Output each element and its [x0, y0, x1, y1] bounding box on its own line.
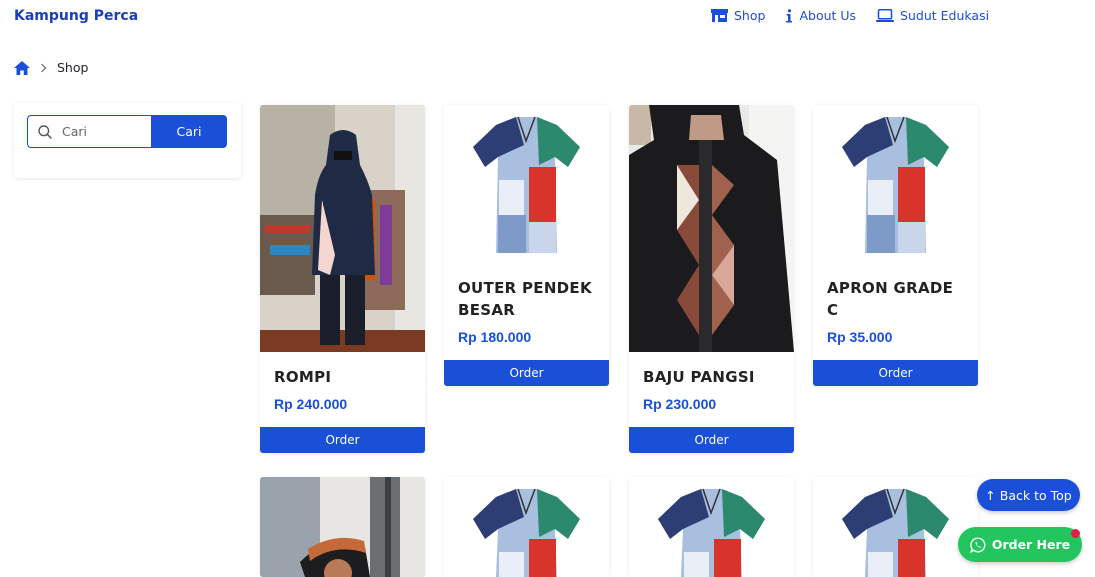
product-image-outer-pendek[interactable] — [444, 105, 609, 263]
product-name[interactable]: ROMPI — [260, 366, 425, 388]
product-image-apron[interactable] — [813, 105, 978, 263]
whatsapp-icon — [969, 537, 986, 553]
product-card — [629, 477, 794, 577]
search-button[interactable]: Cari — [151, 115, 227, 148]
nav-about-us[interactable]: About Us — [785, 8, 856, 23]
brand-logo[interactable]: Kampung Perca — [14, 8, 138, 24]
product-card: BAJU PANGSI Rp 230.000 Order — [629, 105, 794, 453]
product-price: Rp 240.000 — [274, 396, 348, 412]
search-icon — [38, 124, 52, 139]
search-panel: Cari — [14, 103, 241, 178]
nav-about-label: About Us — [799, 8, 857, 23]
product-card: ROMPI Rp 240.000 Order — [260, 105, 425, 453]
product-name[interactable]: APRON GRADE C — [813, 277, 978, 321]
product-image[interactable] — [444, 477, 609, 577]
product-price: Rp 180.000 — [458, 329, 532, 345]
notification-dot — [1071, 529, 1080, 538]
product-card — [260, 477, 425, 577]
back-to-top-button[interactable]: ↑ Back to Top — [977, 479, 1080, 511]
main-nav: Shop About Us Sudut Edukasi — [711, 8, 989, 23]
order-button[interactable]: Order — [444, 360, 609, 386]
order-here-label: Order Here — [991, 537, 1071, 552]
product-image[interactable] — [813, 477, 978, 577]
product-image[interactable] — [629, 477, 794, 577]
product-image[interactable] — [260, 477, 425, 577]
laptop-icon — [876, 9, 895, 22]
breadcrumb: Shop — [14, 60, 88, 75]
chevron-right-icon — [41, 63, 47, 72]
search-field[interactable] — [27, 115, 151, 148]
nav-shop-label: Shop — [734, 8, 766, 23]
order-here-button[interactable]: Order Here — [958, 527, 1082, 562]
store-icon — [711, 9, 728, 22]
product-image-rompi[interactable] — [260, 105, 425, 352]
nav-sudut-edukasi[interactable]: Sudut Edukasi — [876, 8, 989, 23]
home-icon[interactable] — [14, 60, 30, 75]
product-image-baju-pangsi[interactable] — [629, 105, 794, 352]
order-button[interactable]: Order — [260, 427, 425, 453]
nav-edukasi-label: Sudut Edukasi — [900, 8, 990, 23]
product-card: OUTER PENDEK BESAR Rp 180.000 Order — [444, 105, 609, 386]
product-card — [444, 477, 609, 577]
product-card: APRON GRADE C Rp 35.000 Order — [813, 105, 978, 386]
product-card — [813, 477, 978, 577]
product-price: Rp 35.000 — [827, 329, 893, 345]
search-input[interactable] — [60, 123, 135, 140]
product-name[interactable]: BAJU PANGSI — [629, 366, 794, 388]
breadcrumb-current: Shop — [57, 60, 89, 75]
order-button[interactable]: Order — [629, 427, 794, 453]
product-price: Rp 230.000 — [643, 396, 717, 412]
info-icon — [786, 8, 793, 22]
product-name[interactable]: OUTER PENDEK BESAR — [444, 277, 609, 321]
order-button[interactable]: Order — [813, 360, 978, 386]
nav-shop[interactable]: Shop — [711, 8, 765, 23]
